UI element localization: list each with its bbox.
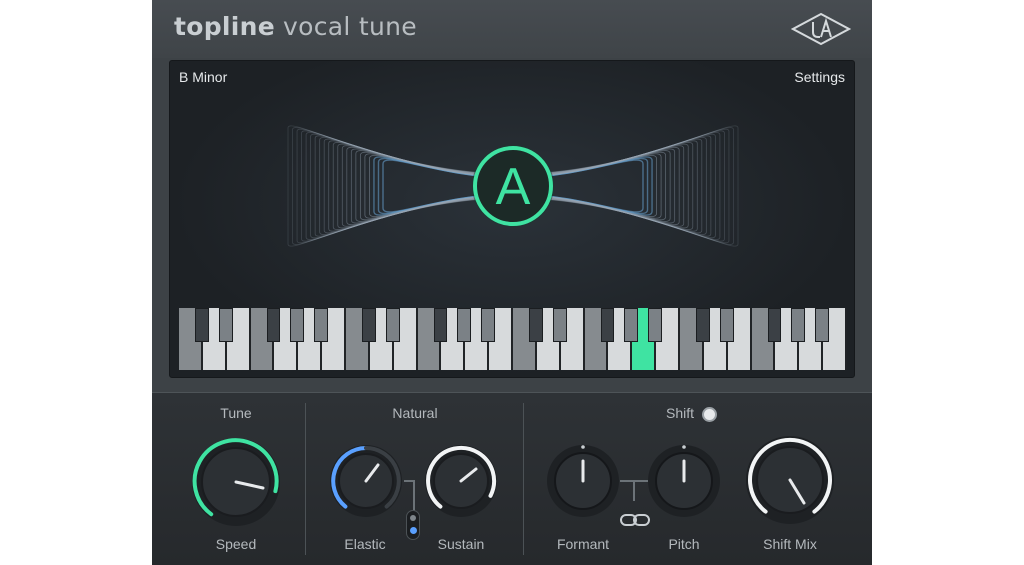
natural-link-line [404, 480, 415, 511]
ua-diamond-logo-icon [791, 12, 851, 46]
controls-panel: Tune Speed Natural Elastic Sustain Shift… [152, 392, 872, 565]
piano-black-key[interactable] [719, 308, 734, 342]
piano-black-key[interactable] [314, 308, 329, 342]
detected-note: A [496, 158, 531, 216]
piano-black-key[interactable] [266, 308, 281, 342]
shift-link-line [620, 480, 648, 501]
piano-black-key[interactable] [815, 308, 830, 342]
piano-black-key[interactable] [528, 308, 543, 342]
piano-black-key[interactable] [361, 308, 376, 342]
formant-knob[interactable] [545, 443, 621, 519]
shift-section-title: Shift [665, 405, 694, 421]
piano-black-key[interactable] [385, 308, 400, 342]
elastic-knob[interactable] [328, 443, 404, 519]
piano-black-key[interactable] [194, 308, 209, 342]
brand-title: topline vocal tune [174, 12, 417, 41]
sustain-knob[interactable] [423, 443, 499, 519]
formant-label: Formant [556, 536, 610, 552]
piano-black-key[interactable] [457, 308, 472, 342]
section-divider [523, 403, 524, 555]
switch-dot-top [410, 515, 416, 521]
shift-toggle[interactable] [702, 407, 717, 422]
piano-black-key[interactable] [695, 308, 710, 342]
piano-black-key[interactable] [624, 308, 639, 342]
piano-black-key[interactable] [648, 308, 663, 342]
link-chain-icon[interactable] [619, 512, 651, 528]
piano-black-key[interactable] [600, 308, 615, 342]
pitch-label: Pitch [668, 536, 700, 552]
piano-black-key[interactable] [218, 308, 233, 342]
brand-light: vocal tune [283, 12, 417, 41]
piano-black-key[interactable] [767, 308, 782, 342]
pitch-visualizer: A [287, 125, 739, 247]
pitch-knob[interactable] [646, 443, 722, 519]
piano-black-key[interactable] [433, 308, 448, 342]
shift-mix-knob[interactable] [744, 434, 836, 526]
piano-black-key[interactable] [552, 308, 567, 342]
header-bar: topline vocal tune [152, 0, 872, 58]
tuner-display: B Minor Settings A [169, 60, 855, 378]
section-divider [305, 403, 306, 555]
sustain-label: Sustain [437, 536, 485, 552]
shift-mix-label: Shift Mix [763, 536, 817, 552]
piano-black-key[interactable] [791, 308, 806, 342]
piano-black-key[interactable] [481, 308, 496, 342]
settings-button[interactable]: Settings [794, 69, 845, 85]
tune-section-title: Tune [220, 405, 252, 421]
brand-bold: topline [174, 12, 276, 41]
switch-dot-bottom [410, 527, 417, 534]
piano-black-key[interactable] [290, 308, 305, 342]
speed-label: Speed [215, 536, 257, 552]
speed-knob[interactable] [189, 435, 283, 529]
piano-keyboard[interactable] [179, 308, 847, 370]
key-scale-selector[interactable]: B Minor [179, 69, 227, 85]
natural-section-title: Natural [392, 405, 438, 421]
elastic-label: Elastic [344, 536, 386, 552]
plugin-window: topline vocal tune B Minor Settings A Tun… [152, 0, 872, 565]
